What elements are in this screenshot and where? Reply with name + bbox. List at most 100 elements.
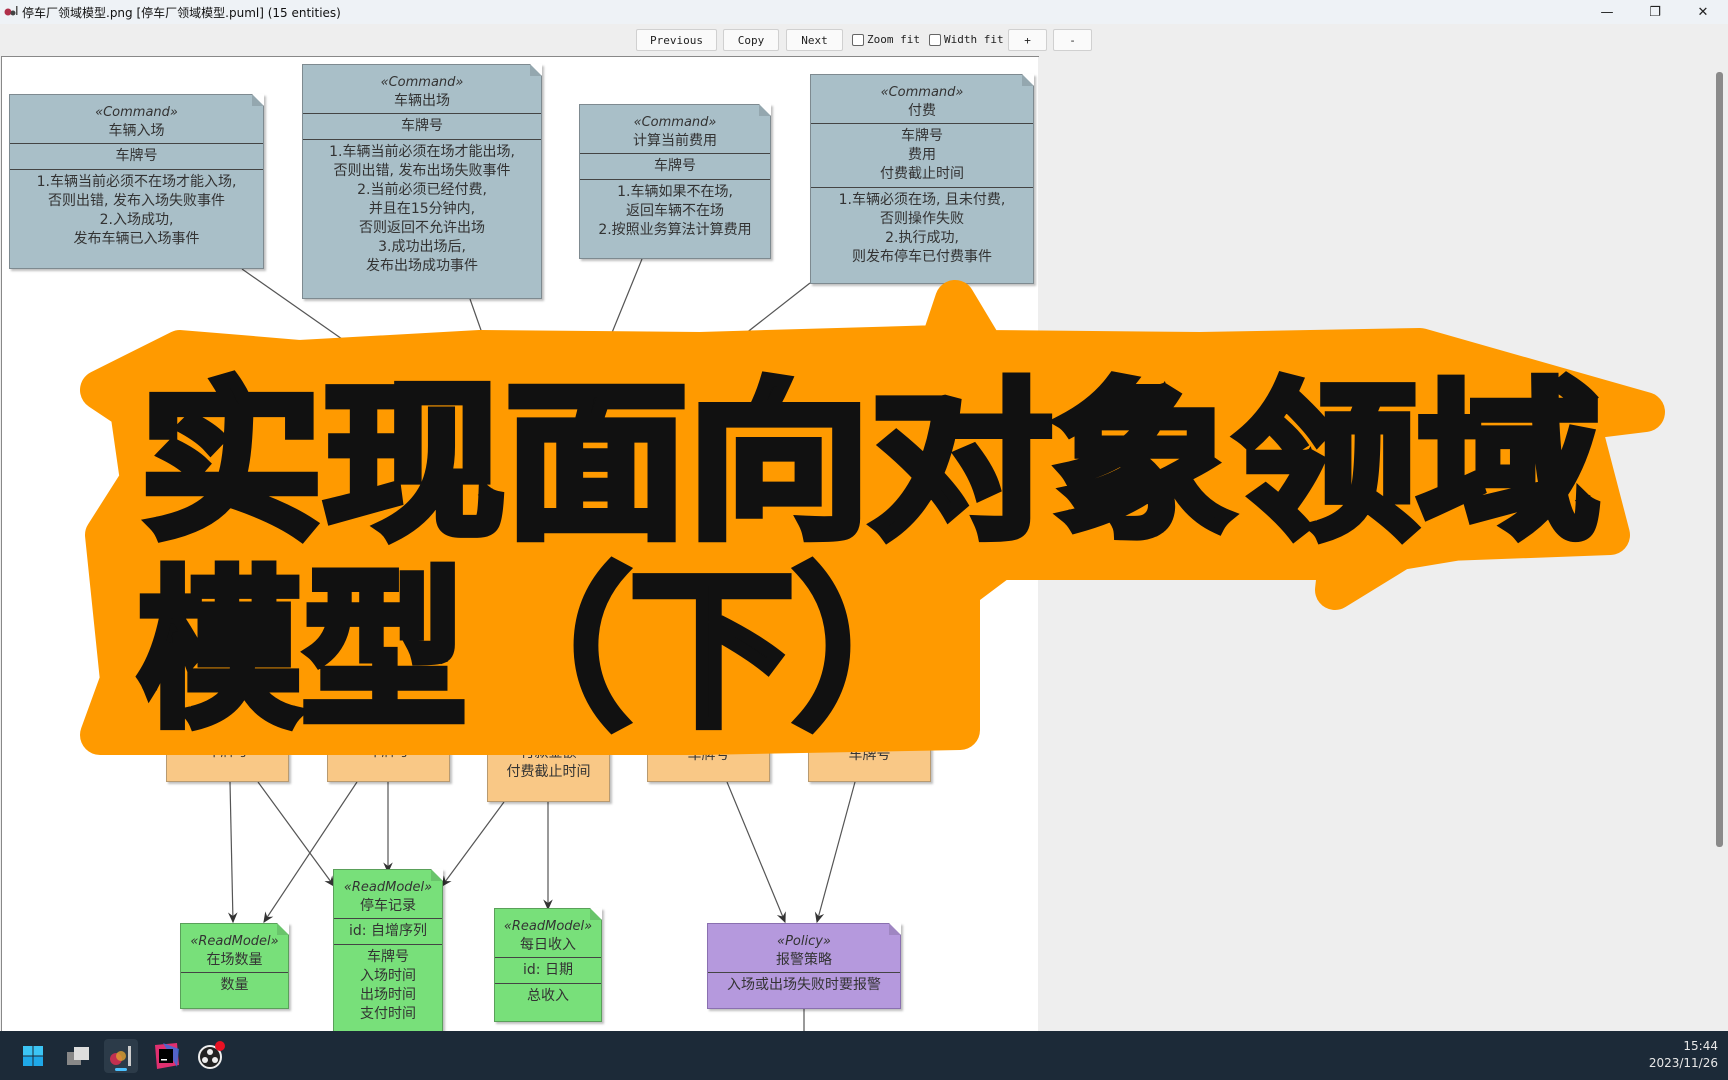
field: 车牌号 xyxy=(367,949,409,965)
command-node-payment[interactable]: «Command» 付费 车牌号 费用 付费截止时间 1.车辆必须在场, 且未付费, 否… xyxy=(810,74,1034,284)
zoom-out-button[interactable]: - xyxy=(1053,29,1092,51)
stereotype-label: «Command» xyxy=(880,85,964,100)
minimize-button[interactable]: — xyxy=(1584,0,1630,24)
method: ...入场() xyxy=(533,541,586,557)
node-name: 车辆已进场 xyxy=(353,719,424,735)
node-name: 付费 xyxy=(908,103,936,119)
readmodel-node-present-count[interactable]: «ReadModel» 在场数量 数量 xyxy=(180,923,289,1009)
start-button[interactable] xyxy=(16,1039,50,1073)
rule: 发布出场成功事件 xyxy=(366,258,478,274)
checkbox-box[interactable] xyxy=(929,33,941,46)
restore-icon: ❐ xyxy=(1649,4,1661,20)
stereotype-label: «DomainEvent» xyxy=(656,704,761,719)
stereotype-label: «DomainEvent» xyxy=(817,704,922,719)
edge xyxy=(726,781,786,924)
rule: 否则出错, 发布入场失败事件 xyxy=(48,193,225,209)
node-name: 出场失败 xyxy=(680,722,737,738)
node-name: 车辆已出场 xyxy=(192,719,263,735)
field: 总收入 xyxy=(527,988,569,1004)
rule: 则发布停车已付费事件 xyxy=(852,249,992,265)
task-view-button[interactable] xyxy=(61,1039,95,1073)
node-name: 入场失败 xyxy=(841,722,898,738)
obs-studio-icon xyxy=(198,1041,225,1069)
viewer-toolbar: Previous Copy Next Zoom fit Width fit + … xyxy=(0,24,1728,56)
rule: 否则返回不允许出场 xyxy=(359,220,485,236)
node-name: 计算当前费用 xyxy=(633,133,717,149)
node-name: 车辆入场 xyxy=(108,123,165,139)
id-field: id: 日期 xyxy=(523,962,573,978)
method: 计算费用() xyxy=(526,560,593,576)
vertical-scrollbar[interactable] xyxy=(1716,72,1723,847)
node-name: 在场数量 xyxy=(206,952,263,968)
taskbar-app-obs[interactable] xyxy=(194,1039,228,1073)
field: 车牌号 xyxy=(654,158,696,174)
system-clock[interactable]: 15:44 2023/11/26 xyxy=(1649,1038,1718,1072)
rule: 2.按照业务算法计算费用 xyxy=(598,222,752,238)
taskbar: 15:44 2023/11/26 xyxy=(0,1031,1728,1080)
readmodel-node-daily-income[interactable]: «ReadModel» 每日收入 id: 日期 总收入 xyxy=(494,908,602,1022)
rule: 2.入场成功, xyxy=(99,212,174,228)
field: 车牌号 xyxy=(367,744,410,760)
command-node-vehicle-exit[interactable]: «Command» 车辆出场 车牌号 1.车辆当前必须在场才能出场, 否则出错, 发… xyxy=(302,64,542,299)
event-node-vehicle-exited[interactable]: 车辆已出场 车牌号 xyxy=(166,717,289,782)
command-node-vehicle-entry[interactable]: «Command» 车辆入场 车牌号 1.车辆当前必须不在场才能入场, 否则出错, … xyxy=(9,94,264,269)
field: 出场时间 xyxy=(360,987,416,1003)
rule: 否则操作失败 xyxy=(880,211,964,227)
method: 是否可入场() xyxy=(519,579,600,595)
rule: 并且在15分钟内, xyxy=(368,201,476,217)
node-name: 每日收入 xyxy=(520,937,576,953)
diagram-canvas[interactable]: «Command» 车辆入场 车牌号 1.车辆当前必须不在场才能入场, 否则出错, … xyxy=(1,56,1039,1032)
minimize-icon: — xyxy=(1600,4,1614,20)
command-node-calculate-fee[interactable]: «Command» 计算当前费用 车牌号 1.车辆如果不在场, 返回车辆不在场 2.按… xyxy=(579,104,771,259)
taskbar-app-intellij[interactable] xyxy=(149,1039,183,1073)
clock-time: 15:44 xyxy=(1683,1039,1718,1053)
rule: 返回车辆不在场 xyxy=(626,203,724,219)
event-node-vehicle-entered[interactable]: 车辆已进场 车牌号 xyxy=(327,717,450,782)
id-field: id: 自增序列 xyxy=(349,923,427,939)
restore-button[interactable]: ❐ xyxy=(1632,0,1678,24)
node-name: 停车已付费 xyxy=(513,701,584,717)
node-name: 报警策略 xyxy=(776,952,832,968)
rule: 3.成功出场后, xyxy=(378,239,466,255)
rule: 1.车辆如果不在场, xyxy=(617,184,733,200)
aggregate-node[interactable]: ...入场() 计算费用() 是否可入场() xyxy=(497,487,622,608)
width-fit-checkbox[interactable]: Width fit xyxy=(929,33,1004,46)
stereotype-label: «ReadModel» xyxy=(503,919,593,934)
event-node-parking-paid[interactable]: «DomainEvent» 停车已付费 车牌号 付款金额 付费截止时间 xyxy=(487,674,610,802)
intellij-idea-icon xyxy=(155,1043,179,1069)
zoom-fit-label: Zoom fit xyxy=(867,33,920,46)
width-fit-label: Width fit xyxy=(944,33,1004,46)
stereotype-label: «Command» xyxy=(380,75,464,90)
copy-button[interactable]: Copy xyxy=(723,29,779,51)
taskbar-app-plantuml[interactable] xyxy=(104,1039,138,1073)
zoom-fit-checkbox[interactable]: Zoom fit xyxy=(852,33,920,46)
next-button[interactable]: Next xyxy=(786,29,843,51)
previous-button[interactable]: Previous xyxy=(636,29,717,51)
field: 支付时间 xyxy=(360,1006,416,1022)
event-node-exit-failed[interactable]: «DomainEvent» 出场失败 车牌号 xyxy=(647,697,770,782)
field: 车牌号 xyxy=(401,118,443,134)
rule: 否则出错, 发布出场失败事件 xyxy=(333,163,511,179)
node-name: 车辆出场 xyxy=(394,93,450,109)
edge xyxy=(597,258,643,368)
stereotype-label: «Command» xyxy=(633,115,717,130)
plantuml-app-icon xyxy=(110,1046,131,1071)
stereotype-label: «Policy» xyxy=(777,934,831,949)
field: 车牌号 xyxy=(206,744,249,760)
rule: 2.执行成功, xyxy=(885,230,959,246)
close-icon: ✕ xyxy=(1697,4,1709,20)
close-button[interactable]: ✕ xyxy=(1680,0,1726,24)
field: 车牌号 xyxy=(848,747,891,763)
stereotype-label: «DomainEvent» xyxy=(496,683,601,698)
readmodel-node-parking-record[interactable]: «ReadModel» 停车记录 id: 自增序列 车牌号 入场时间 出场时间 支付时间 xyxy=(333,869,443,1032)
window-title: 停车厂领域模型.png [停车厂领域模型.puml] (15 entities) xyxy=(22,6,341,20)
checkbox-box[interactable] xyxy=(852,33,864,46)
edge xyxy=(441,801,505,887)
rule: 2.当前必须已经付费, xyxy=(357,182,487,198)
field: 车牌号 xyxy=(527,726,570,742)
zoom-in-button[interactable]: + xyxy=(1008,29,1047,51)
policy-node-alarm[interactable]: «Policy» 报警策略 入场或出场失败时要报警 xyxy=(707,923,901,1009)
event-node-entry-failed[interactable]: «DomainEvent» 入场失败 车牌号 xyxy=(808,697,931,782)
rule: 发布车辆已入场事件 xyxy=(73,231,200,247)
policy-rule: 入场或出场失败时要报警 xyxy=(727,977,881,993)
